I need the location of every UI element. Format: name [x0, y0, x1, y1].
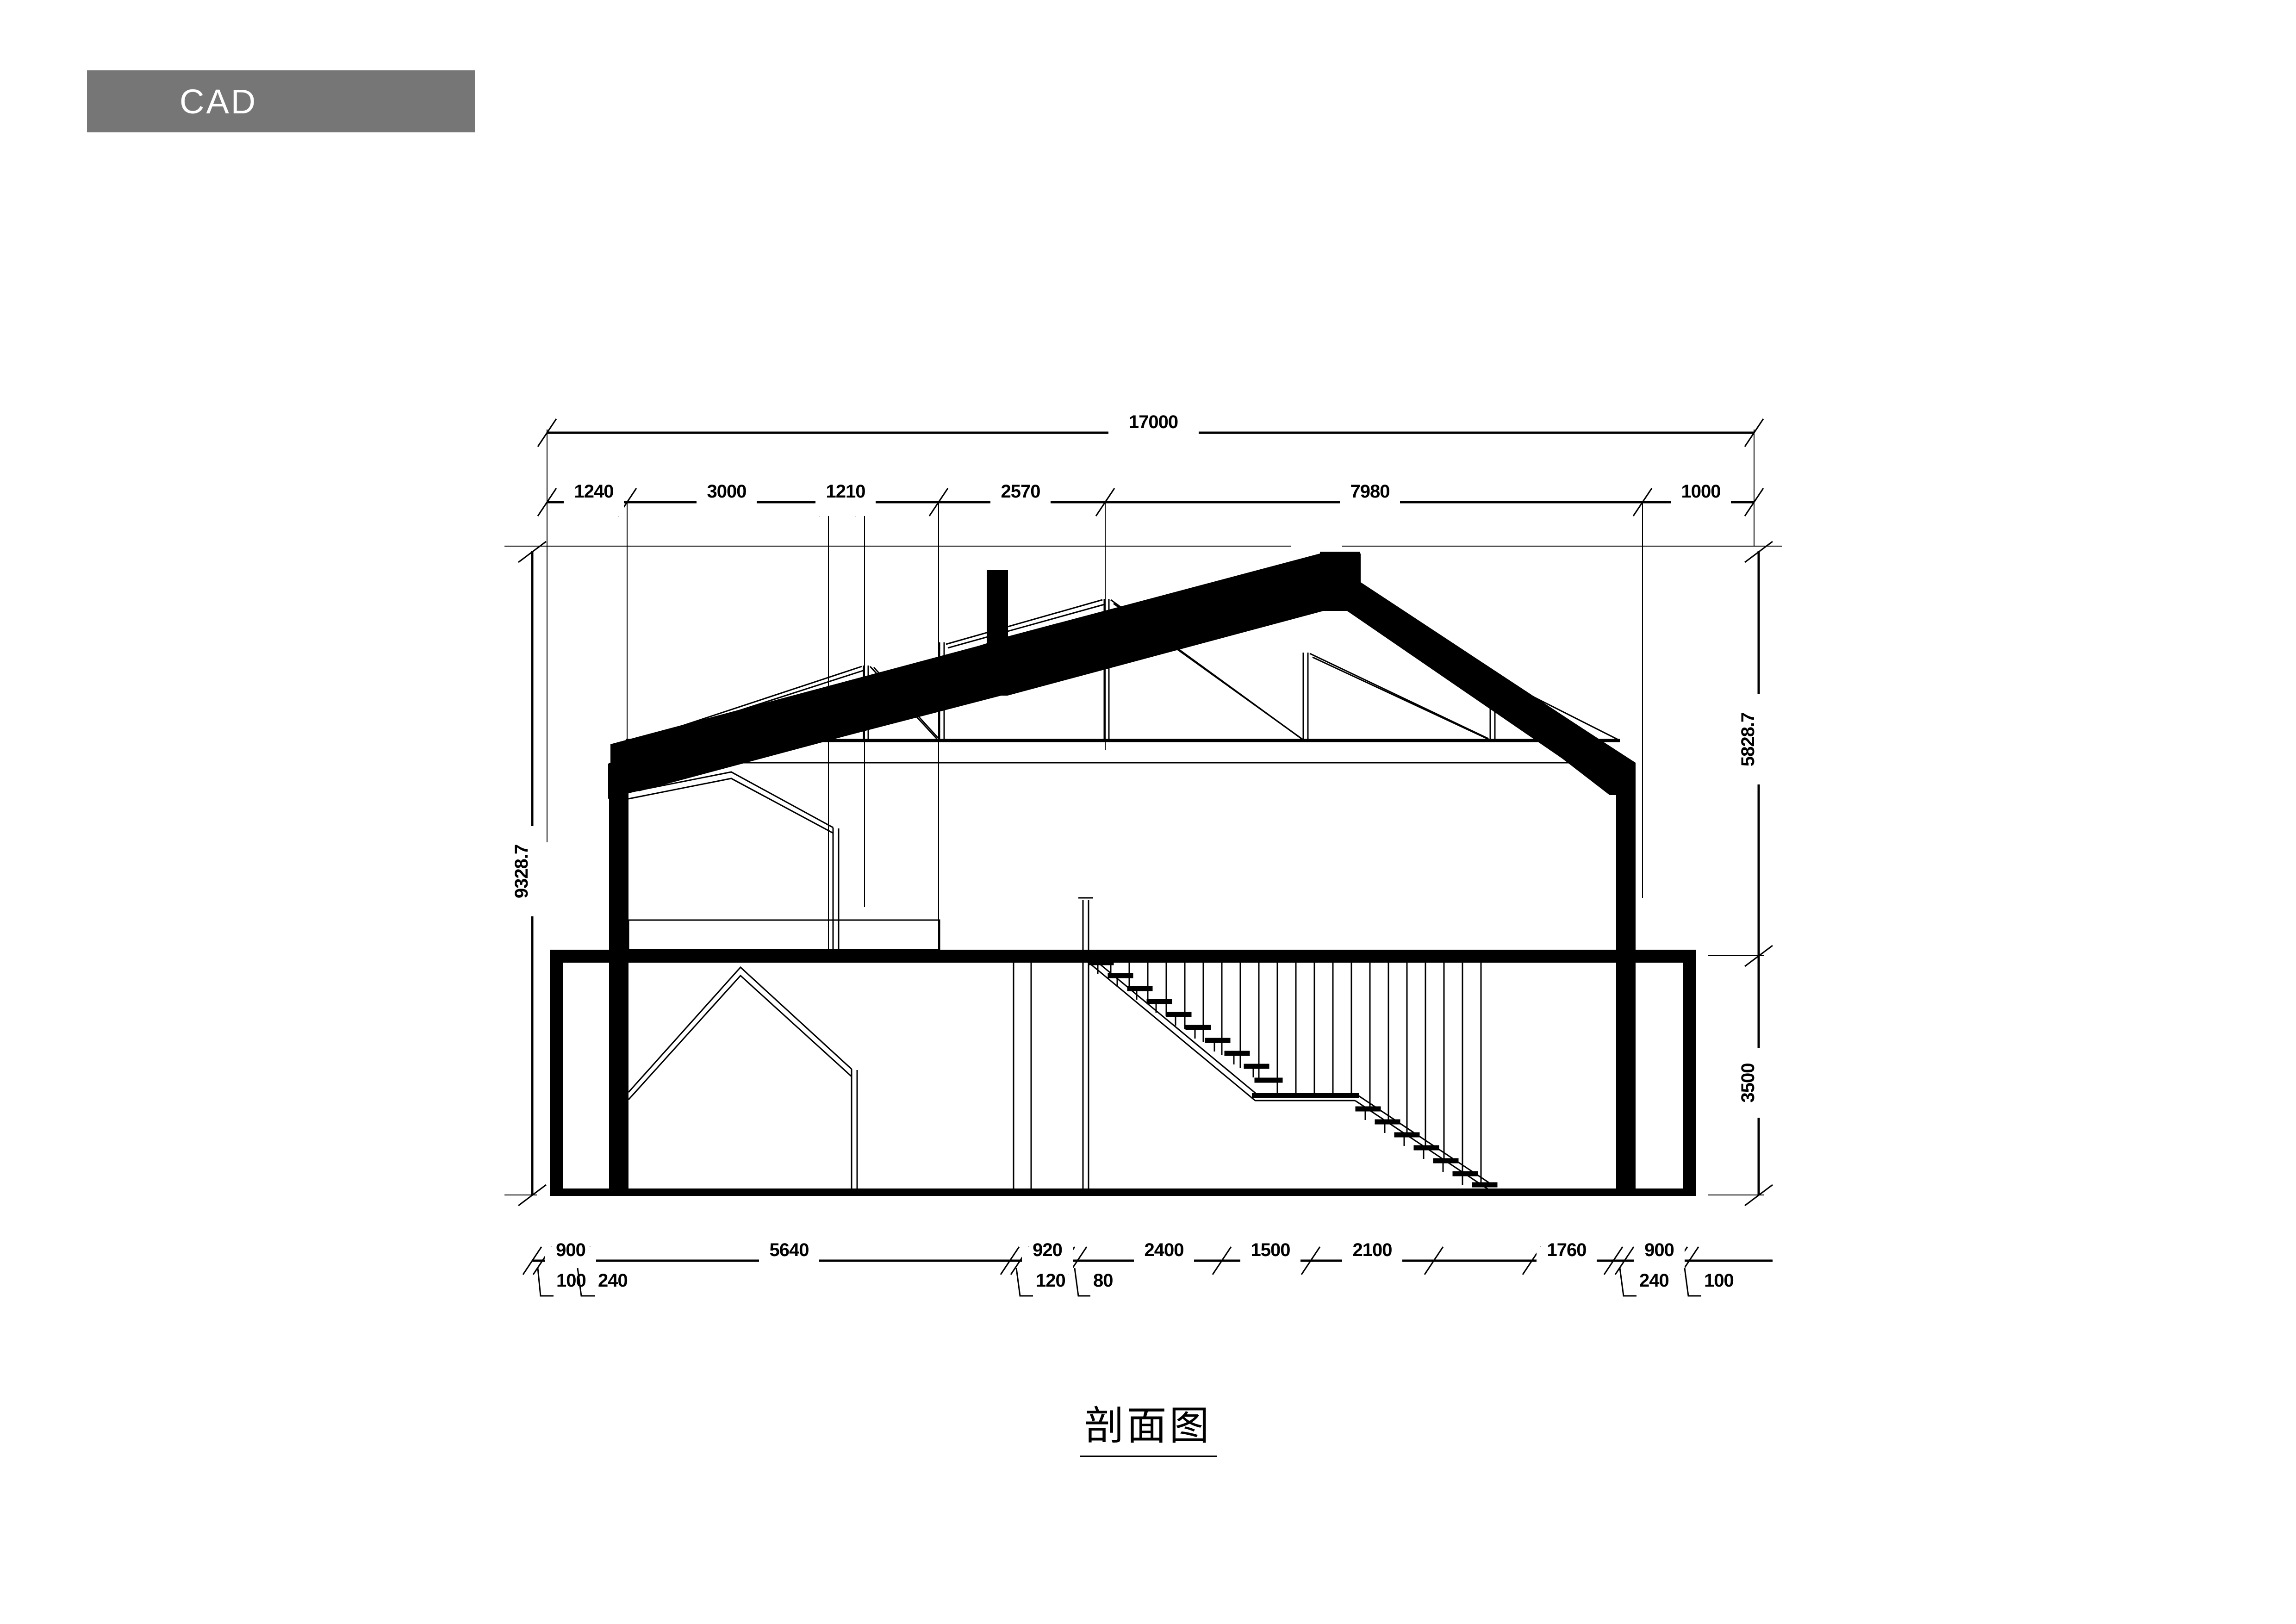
drawing-title: 剖面图 [0, 1393, 2296, 1457]
cad-section-drawing: 17000 1240 3000 1210 2570 7980 1000 9328… [504, 412, 1782, 1297]
drawing-sheet: CAD 17000 1240 3000 1210 2570 7980 1000 … [0, 0, 2296, 1624]
leader-label-2: 240 [598, 1270, 628, 1291]
stair-balusters [1110, 963, 1482, 1186]
stair-risers [1097, 964, 1463, 1185]
dim-bot-seg-7: 1760 [1547, 1240, 1587, 1260]
dim-left-9328: 9328.7 [511, 845, 532, 898]
dimension-right-vertical: 5828.7 3500 [1708, 541, 1773, 1207]
wall-left-lower-inner [609, 950, 628, 1195]
dim-top-seg-1: 1240 [574, 481, 614, 502]
dim-bot-seg-2: 5640 [770, 1240, 809, 1260]
leader-label-6: 100 [1704, 1270, 1734, 1291]
dimension-leaders [537, 1268, 1701, 1297]
dimension-overall-top: 17000 [537, 412, 1764, 447]
staircase [1088, 958, 1498, 1190]
leader-label-3: 120 [1036, 1270, 1065, 1291]
stair-treads-lower [1355, 1106, 1498, 1188]
stair-stringer [1089, 958, 1493, 1190]
leader-label-5: 240 [1639, 1270, 1669, 1291]
roof-solid [608, 552, 1636, 799]
partition-lower-gable [628, 966, 858, 1195]
dim-top-seg-4: 2570 [1001, 481, 1040, 502]
dim-top-seg-5: 7980 [1350, 481, 1390, 502]
dim-top-seg-2: 3000 [707, 481, 747, 502]
dim-right-5828: 5828.7 [1738, 713, 1758, 766]
partition-upper-gable [628, 771, 840, 950]
stair-landing [1252, 1093, 1359, 1098]
dimension-chain-bottom: 900 5640 920 2400 1500 2100 1760 900 100… [522, 1240, 1773, 1297]
floor-slab [550, 950, 1695, 963]
plinth-upper-left [628, 919, 940, 951]
dim-bot-seg-1: 900 [556, 1240, 585, 1260]
dim-bot-seg-4: 2400 [1145, 1240, 1184, 1260]
dim-bot-seg-5: 1500 [1251, 1240, 1290, 1260]
extension-lines [504, 429, 1782, 953]
dim-top-seg-3: 1210 [826, 481, 865, 502]
dim-bot-seg-8: 900 [1644, 1240, 1674, 1260]
ground-line [550, 1188, 1696, 1196]
lower-partitions [1013, 963, 1089, 1195]
wall-right-upper [1616, 763, 1636, 957]
dimension-chain-top: 1240 3000 1210 2570 7980 1000 [537, 481, 1764, 516]
dim-bot-seg-6: 2100 [1353, 1240, 1392, 1260]
leader-label-4: 80 [1093, 1270, 1113, 1291]
dimension-left-vertical: 9328.7 [504, 541, 547, 1207]
leader-label-1: 100 [556, 1270, 586, 1291]
handrail-newel [1078, 897, 1093, 950]
dim-right-3500: 3500 [1738, 1064, 1758, 1103]
dim-top-seg-6: 1000 [1681, 481, 1721, 502]
dim-overall-17000: 17000 [1129, 412, 1178, 432]
drawing-title-text: 剖面图 [1079, 1403, 1217, 1457]
dim-bot-seg-3: 920 [1033, 1240, 1062, 1260]
wall-right-lower [1683, 950, 1696, 1195]
wall-left-lower [550, 950, 563, 1195]
wall-left-upper [609, 763, 628, 957]
wall-right-lower-inner [1616, 950, 1636, 1195]
